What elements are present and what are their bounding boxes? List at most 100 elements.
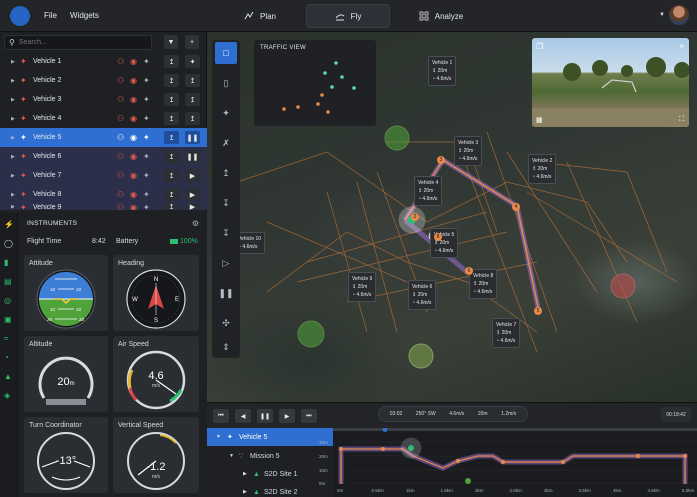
- chevron-right-icon[interactable]: ▶: [11, 154, 15, 160]
- vehicle-action-button[interactable]: ↥: [164, 131, 179, 144]
- play-tool[interactable]: ▷: [215, 252, 237, 274]
- collapse-icon[interactable]: »: [680, 41, 684, 50]
- vehicle-action-button[interactable]: ↥: [164, 93, 179, 106]
- settings-icon[interactable]: ⚙: [192, 219, 199, 228]
- move-tool[interactable]: ✣: [215, 312, 237, 334]
- battery-icon[interactable]: ▮: [4, 258, 8, 267]
- fullscreen-icon[interactable]: ⛶: [679, 116, 684, 124]
- video-feed[interactable]: ❐ » ▦ ⛶: [532, 38, 689, 127]
- chevron-right-icon[interactable]: ▶: [11, 173, 15, 179]
- altitude-profile[interactable]: 30m 20m 10m 0m 0m 0.5km 1km 1.5km 2km 2.5km 3km 3.…: [319, 427, 697, 497]
- waypoint-marker[interactable]: 2: [411, 213, 419, 221]
- target-icon[interactable]: ◎: [4, 296, 11, 305]
- add-vehicle-button[interactable]: +: [185, 35, 199, 49]
- chevron-right-icon[interactable]: ▶: [11, 204, 15, 210]
- grid-icon[interactable]: ▦: [536, 116, 543, 124]
- vehicle-action-button[interactable]: ↥: [164, 169, 179, 182]
- skip-back-button[interactable]: ⏮: [213, 409, 229, 423]
- vehicle-row[interactable]: ▶ ✦ Vehicle 3 ⚇ ◉ ✦ ↥ ↥: [0, 90, 207, 109]
- vehicle-row[interactable]: ▶ ✦ Vehicle 9 ⚇ ◉ ✦ ↥ ▶: [0, 204, 207, 210]
- vehicle-map-label[interactable]: Vehicle 1 ↥ 20m ◔ 4.6m/s: [428, 56, 457, 86]
- tree-mission[interactable]: ▼ ∵ Mission 5: [207, 447, 333, 465]
- vehicle-map-label[interactable]: Vehicle 6 ↥ 20m ◔ 4.6m/s: [408, 280, 437, 310]
- menu-file[interactable]: File: [44, 11, 57, 20]
- chevron-right-icon[interactable]: ▶: [11, 135, 15, 141]
- chevron-right-icon[interactable]: ▶: [11, 78, 15, 84]
- vehicle-map-label[interactable]: Vehicle 2 ↥ 20m ◔ 4.6m/s: [528, 154, 557, 184]
- speaker-icon[interactable]: ◈: [4, 391, 10, 400]
- tree-vehicle[interactable]: ▼ ✦ Vehicle 5: [207, 428, 333, 446]
- compass-icon[interactable]: ◯: [4, 239, 13, 248]
- parachute-icon[interactable]: ▲: [4, 372, 12, 381]
- vehicle-action-button[interactable]: ↥: [164, 150, 179, 163]
- vehicle-map-label[interactable]: Vehicle 7 ↥ 20m ◔ 4.6m/s: [492, 318, 521, 348]
- chevron-right-icon[interactable]: ▶: [11, 192, 15, 198]
- search-box[interactable]: ⚲: [4, 35, 152, 50]
- vehicle-map-label[interactable]: Vehicle 5 ↥ 20m ◔ 4.6m/s: [430, 228, 459, 258]
- app-logo[interactable]: [10, 6, 30, 26]
- vehicle-action-button[interactable]: ↥: [164, 74, 179, 87]
- chevron-right-icon[interactable]: ▶: [11, 116, 15, 122]
- vehicle-row[interactable]: ▶ ✦ Vehicle 5 ⚇ ◉ ✦ ↥ ❚❚: [0, 128, 207, 147]
- waypoint-marker[interactable]: 8: [434, 233, 442, 241]
- tree-site-2[interactable]: ▶ ▲ S2D Site 2: [207, 483, 333, 497]
- tab-analyze[interactable]: Analyze: [408, 4, 474, 28]
- pause-button[interactable]: ❚❚: [257, 409, 273, 423]
- vehicle-control-button[interactable]: ▶: [185, 188, 200, 201]
- land-tool[interactable]: ↧: [215, 192, 237, 214]
- step-back-button[interactable]: ◀: [235, 409, 251, 423]
- vehicle-action-button[interactable]: ↥: [164, 204, 179, 210]
- filter-button[interactable]: ▼: [164, 35, 178, 49]
- signal-icon[interactable]: ▤: [4, 277, 12, 286]
- skip-forward-button[interactable]: ⏭: [301, 409, 317, 423]
- vehicle-map-label[interactable]: Vehicle 3 ↥ 20m ◔ 4.6m/s: [454, 136, 483, 166]
- menu-widgets[interactable]: Widgets: [70, 11, 99, 20]
- vehicle-row[interactable]: ▶ ✦ Vehicle 7 ⚇ ◉ ✦ ↥ ▶: [0, 166, 207, 185]
- vehicle-row[interactable]: ▶ ✦ Vehicle 4 ⚇ ◉ ✦ ↥ ↥: [0, 109, 207, 128]
- vehicle-action-button[interactable]: ↥: [164, 112, 179, 125]
- waypoint-marker[interactable]: 6: [465, 267, 473, 275]
- vehicle-row[interactable]: ▶ ✦ Vehicle 2 ⚇ ◉ ✦ ↥ ↥: [0, 71, 207, 90]
- vehicle-control-button[interactable]: ✦: [185, 55, 200, 68]
- drone-tool[interactable]: ✦: [215, 102, 237, 124]
- waypoint-marker[interactable]: 5: [534, 307, 542, 315]
- no-drone-tool[interactable]: ✗: [215, 132, 237, 154]
- vehicle-control-button[interactable]: ↥: [185, 74, 200, 87]
- vehicle-row[interactable]: ▶ ✦ Vehicle 1 ⚇ ◉ ✦ ↥ ✦: [0, 52, 207, 71]
- center-tool[interactable]: ⇕: [215, 336, 237, 358]
- tab-fly[interactable]: Fly: [306, 4, 390, 28]
- vehicle-control-button[interactable]: ▶: [185, 204, 200, 210]
- search-input[interactable]: [18, 39, 139, 46]
- vehicle-control-button[interactable]: ↥: [185, 112, 200, 125]
- waypoint-marker[interactable]: 3: [437, 156, 445, 164]
- pause-tool[interactable]: ❚❚: [215, 282, 237, 304]
- vehicle-control-button[interactable]: ❚❚: [185, 131, 200, 144]
- gauge-icon[interactable]: ◔: [4, 353, 9, 362]
- select-tool[interactable]: □: [215, 42, 237, 64]
- battery-tool[interactable]: ▯: [215, 72, 237, 94]
- vehicle-row[interactable]: ▶ ✦ Vehicle 6 ⚇ ◉ ✦ ↥ ❚❚: [0, 147, 207, 166]
- vehicle-map-label[interactable]: Vehicle 9 ↥ 20m ◔ 4.6m/s: [348, 272, 377, 302]
- chevron-right-icon[interactable]: ▶: [11, 97, 15, 103]
- vehicle-control-button[interactable]: ▶: [185, 169, 200, 182]
- vehicle-row[interactable]: ▶ ✦ Vehicle 8 ⚇ ◉ ✦ ↥ ▶: [0, 185, 207, 204]
- chevron-down-icon[interactable]: ▼: [659, 12, 665, 18]
- land-all-tool[interactable]: ↧: [215, 222, 237, 244]
- step-forward-button[interactable]: ▶: [279, 409, 295, 423]
- vehicle-action-button[interactable]: ↥: [164, 55, 179, 68]
- tree-site-1[interactable]: ▶ ▲ S2D Site 1: [207, 465, 333, 483]
- pip-icon[interactable]: ❐: [536, 42, 543, 51]
- chevron-right-icon[interactable]: ▶: [11, 59, 15, 65]
- vehicle-control-button[interactable]: ❚❚: [185, 150, 200, 163]
- camera-icon[interactable]: ▣: [4, 315, 12, 324]
- vehicle-map-label[interactable]: Vehicle 8 ↥ 20m ◔ 4.6m/s: [469, 269, 498, 299]
- vehicle-control-button[interactable]: ↥: [185, 93, 200, 106]
- vehicle-action-button[interactable]: ↥: [164, 188, 179, 201]
- tab-plan[interactable]: Plan: [230, 4, 290, 28]
- vehicle-map-label[interactable]: Vehicle 4 ↥ 20m ◔ 4.6m/s: [414, 176, 443, 206]
- takeoff-tool[interactable]: ↥: [215, 162, 237, 184]
- waypoint-marker[interactable]: 4: [512, 203, 520, 211]
- radio-icon[interactable]: ≈: [4, 334, 8, 343]
- traffic-view[interactable]: TRAFFIC VIEW: [254, 40, 376, 126]
- instruments-icon[interactable]: ⚡: [4, 220, 14, 229]
